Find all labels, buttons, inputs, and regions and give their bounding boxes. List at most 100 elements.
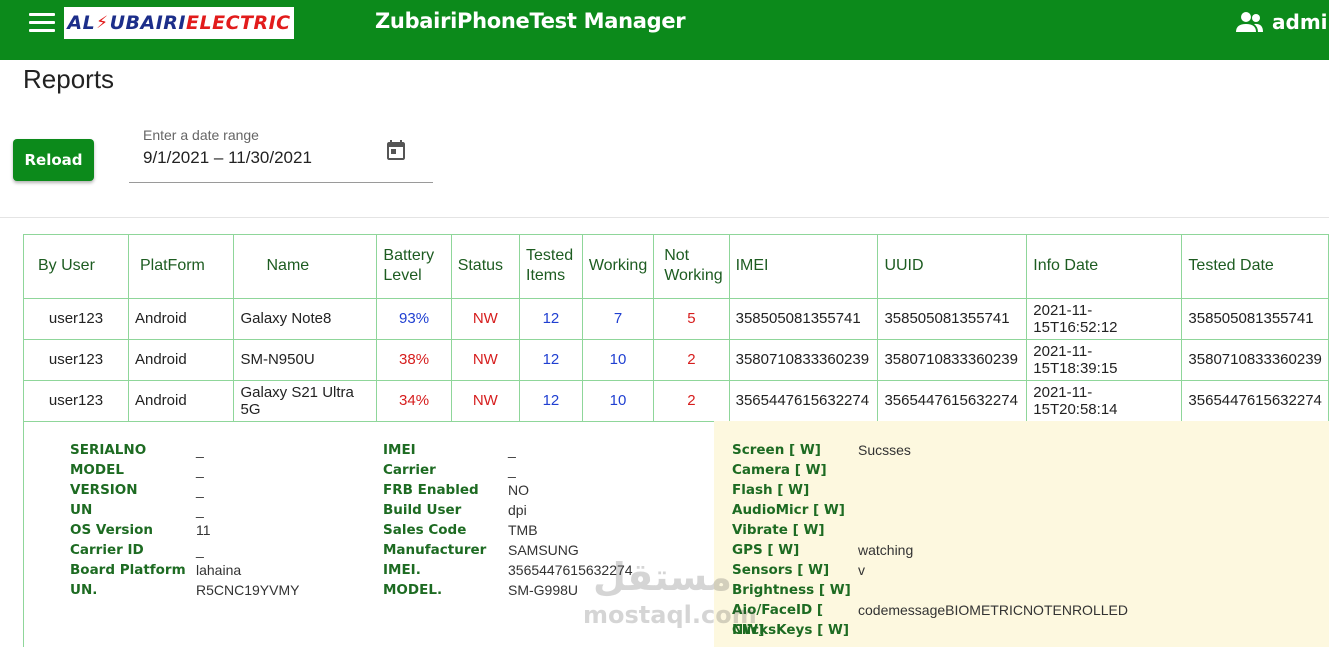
section-divider [0,217,1329,218]
cell-tested-date: 3580710833360239 [1181,339,1329,381]
cell-name: Galaxy Note8 [233,298,378,340]
col-header-tested-date[interactable]: Tested Date [1181,235,1329,299]
detail-row: Carrier _ [383,460,633,480]
detail-key: Sales Code [383,522,467,538]
detail-value: _ [196,482,204,498]
menu-icon[interactable] [29,13,55,35]
detail-value: lahaina [196,562,242,578]
detail-key: Vibrate [ W] [732,522,825,538]
cell-user: user123 [24,380,129,422]
detail-row: OS Version 11 [70,520,299,540]
detail-value: _ [196,442,204,458]
cell-name: SM-N950U [233,339,378,381]
detail-key: Board Platform [70,562,186,578]
col-header-status[interactable]: Status [451,235,521,299]
detail-key: Sensors [ W] [732,562,830,578]
col-header-imei[interactable]: IMEI [729,235,879,299]
col-header-working[interactable]: Working [582,235,655,299]
detail-row: UN _ [70,500,299,520]
cell-tested-items: 12 [519,380,583,422]
detail-key: Flash [ W] [732,482,810,498]
detail-value: R5CNC19YVMY [196,582,300,598]
device-info-column: SERIALNO _ MODEL _ VERSION _ UN _ OS Version… [70,440,299,600]
detail-row: Sales Code TMB [383,520,633,540]
cell-tested-date: 3565447615632274 [1181,380,1329,422]
detail-row: Screen [ W] Sucsses [732,440,1128,460]
cell-info-date: 2021-11-15T20:58:14 [1026,380,1183,422]
detail-key: MODEL. [383,582,443,598]
detail-row: SERIALNO _ [70,440,299,460]
detail-row: VERSION _ [70,480,299,500]
detail-key: Brightness [ W] [732,582,851,598]
cell-uuid: 358505081355741 [877,298,1028,340]
cell-battery: 34% [376,380,452,422]
detail-key: IMEI. [383,562,421,578]
detail-row: Aio/FaceID [ NW] codemessageBIOMETRICNOTE… [732,600,1128,638]
cell-uuid: 3580710833360239 [877,339,1028,381]
detail-row: FRB Enabled NO [383,480,633,500]
user-menu[interactable]: admin [1234,10,1329,34]
detail-row: ClicksKeys [ W] [732,620,1128,640]
table-row[interactable]: user123 Android Galaxy Note8 93% NW 12 7… [24,298,1329,340]
col-header-battery[interactable]: Battery Level [376,235,452,299]
cell-name: Galaxy S21 Ultra 5G [233,380,378,422]
cell-user: user123 [24,298,129,340]
detail-key: OS Version [70,522,153,538]
cell-info-date: 2021-11-15T16:52:12 [1026,298,1183,340]
cell-uuid: 3565447615632274 [877,380,1028,422]
detail-value: _ [196,542,204,558]
calendar-icon[interactable] [384,138,408,162]
col-header-platform[interactable]: PlatForm [128,235,235,299]
detail-key: VERSION [70,482,138,498]
top-app-bar: AL ⚡ UBAIRI ELECTRIC ZubairiPhoneTest Manag… [0,0,1329,60]
page-title: Reports [23,64,115,94]
reload-button[interactable]: Reload [13,139,94,181]
detail-value: _ [508,442,516,458]
cell-tested-items: 12 [519,339,583,381]
detail-key: AudioMicr [ W] [732,502,845,518]
date-range-value[interactable]: 9/1/2021 – 11/30/2021 [143,148,312,168]
detail-row: Brightness [ W] [732,580,1128,600]
cell-imei: 358505081355741 [729,298,879,340]
cell-working: 10 [582,339,655,381]
detail-row: Vibrate [ W] [732,520,1128,540]
detail-row: Flash [ W] [732,480,1128,500]
cell-platform: Android [128,339,235,381]
company-logo: AL ⚡ UBAIRI ELECTRIC [64,7,294,39]
cell-info-date: 2021-11-15T18:39:15 [1026,339,1183,381]
detail-row: MODEL _ [70,460,299,480]
detail-value: codemessageBIOMETRICNOTENROLLED [858,602,1128,618]
cell-platform: Android [128,380,235,422]
col-header-not-working[interactable]: Not Working [653,235,730,299]
detail-value: TMB [508,522,538,538]
detail-key: Carrier ID [70,542,144,558]
detail-row: Camera [ W] [732,460,1128,480]
cell-imei: 3565447615632274 [729,380,879,422]
detail-value: SM-G998U [508,582,579,598]
table-row[interactable]: user123 Android Galaxy S21 Ultra 5G 34% … [24,380,1329,422]
detail-row: Carrier ID _ [70,540,299,560]
detail-value: v [858,562,865,578]
detail-key: MODEL [70,462,124,478]
cell-working: 10 [582,380,655,422]
detail-value: _ [508,462,516,478]
col-header-tested-items[interactable]: Tested Items [519,235,583,299]
username: admin [1272,10,1329,34]
cell-tested-items: 12 [519,298,583,340]
col-header-info-date[interactable]: Info Date [1026,235,1183,299]
detail-value: Sucsses [858,442,911,458]
cell-imei: 3580710833360239 [729,339,879,381]
detail-value: NO [508,482,529,498]
cell-working: 7 [582,298,655,340]
table-row[interactable]: user123 Android SM-N950U 38% NW 12 10 2 … [24,339,1329,381]
detail-row: GPS [ W] watching [732,540,1128,560]
col-header-name[interactable]: Name [233,235,378,299]
watermark-arabic: مستقل [593,555,732,599]
col-header-by-user[interactable]: By User [24,235,129,299]
detail-value: SAMSUNG [508,542,579,558]
detail-value: _ [196,462,204,478]
date-range-field[interactable]: Enter a date range 9/1/2021 – 11/30/2021 [129,126,433,183]
col-header-uuid[interactable]: UUID [877,235,1028,299]
detail-key: GPS [ W] [732,542,800,558]
cell-not-working: 2 [653,380,730,422]
